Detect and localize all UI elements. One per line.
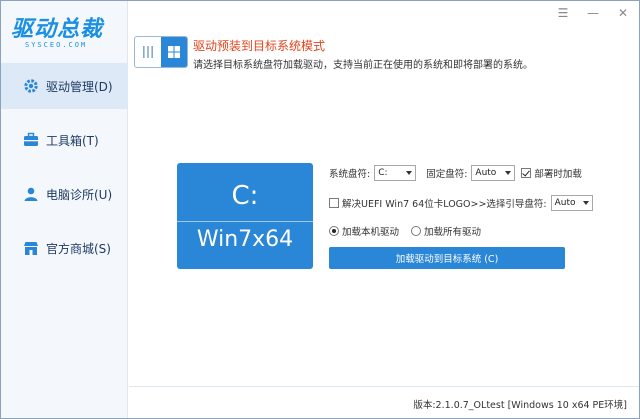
chevron-down-icon (582, 201, 589, 205)
sidebar-item-official-store[interactable]: 官方商城(S) (1, 225, 127, 271)
system-drive-value: C: (378, 168, 388, 178)
minimize-icon[interactable]: — (587, 7, 599, 19)
drive-card: C: Win7x64 (177, 163, 313, 269)
sidebar-item-label: 官方商城(S) (46, 241, 111, 256)
sidebar-item-driver-management[interactable]: 驱动管理(D) (1, 63, 127, 109)
deploy-load-label: 部署时加载 (534, 169, 582, 180)
close-icon[interactable]: ✕ (617, 7, 629, 19)
uefi-fix-label: 解决UEFI Win7 64位卡LOGO>>选择引导盘符: (342, 199, 547, 210)
system-drive-label: 系统盘符: (329, 169, 371, 180)
window-controls: ☰ — ✕ (557, 7, 629, 19)
gear-icon (23, 78, 39, 94)
driver-source-row: 加载本机驱动 加载所有驱动 (329, 224, 481, 238)
boot-drive-select[interactable]: Auto (550, 195, 593, 211)
drive-letter: C: (231, 181, 259, 211)
load-local-label: 加载本机驱动 (342, 227, 400, 238)
version-text: 版本:2.1.0.7_OLtest [Windows 10 x64 PE环境] (413, 400, 627, 411)
chevron-down-icon (406, 171, 413, 175)
user-icon (23, 186, 39, 202)
drive-os: Win7x64 (196, 227, 294, 252)
store-icon (23, 240, 39, 256)
sidebar-item-label: 工具箱(T) (46, 133, 99, 148)
header: ☰ — ✕ 驱动预装到目标系统模式 请选择目标系统盘符加载驱动，支持当前正在使用… (129, 1, 639, 77)
sidebar-item-label: 驱动管理(D) (46, 79, 113, 94)
menu-icon[interactable]: ☰ (557, 7, 569, 19)
logo-text: 驱动总裁 (11, 17, 104, 42)
chevron-down-icon (505, 171, 512, 175)
load-all-label: 加载所有驱动 (424, 227, 482, 238)
fixed-drive-select[interactable]: Auto (471, 165, 516, 181)
bars-icon (143, 46, 153, 58)
app-window: 驱动总裁 SYSCEO.COM 驱动管理(D) 工具箱(T) 电脑诊所(U) 官… (0, 0, 640, 419)
system-drive-select[interactable]: C: (374, 165, 417, 181)
sidebar-nav: 驱动管理(D) 工具箱(T) 电脑诊所(U) 官方商城(S) (1, 63, 127, 279)
drive-select-row: 系统盘符: C: 固定盘符: Auto 部署时加载 (329, 165, 582, 181)
load-all-radio[interactable] (411, 226, 422, 236)
windows-icon (168, 46, 180, 58)
status-bar: 版本:2.1.0.7_OLtest [Windows 10 x64 PE环境] (129, 386, 639, 418)
mode-toggle-left[interactable] (135, 37, 161, 67)
divider (177, 221, 313, 222)
mode-toggle-right[interactable] (161, 37, 187, 67)
sidebar-item-pc-clinic[interactable]: 电脑诊所(U) (1, 171, 127, 217)
fixed-drive-value: Auto (475, 168, 497, 178)
app-logo: 驱动总裁 SYSCEO.COM (11, 11, 121, 51)
sidebar-item-label: 电脑诊所(U) (46, 187, 113, 202)
load-driver-button[interactable]: 加载驱动到目标系统 (C) (329, 247, 565, 269)
deploy-load-checkbox[interactable] (521, 168, 532, 178)
boot-drive-value: Auto (554, 198, 576, 208)
toolbox-icon (23, 132, 39, 148)
sidebar: 驱动总裁 SYSCEO.COM 驱动管理(D) 工具箱(T) 电脑诊所(U) 官… (1, 1, 128, 418)
sidebar-item-toolbox[interactable]: 工具箱(T) (1, 117, 127, 163)
uefi-row: 解决UEFI Win7 64位卡LOGO>>选择引导盘符: Auto (329, 195, 593, 211)
mode-toggle[interactable] (134, 36, 188, 68)
load-local-radio[interactable] (329, 226, 339, 236)
mode-description: 请选择目标系统盘符加载驱动，支持当前正在使用的系统和即将部署的系统。 (193, 60, 533, 71)
mode-title: 驱动预装到目标系统模式 (193, 39, 326, 53)
logo-subtext: SYSCEO.COM (25, 41, 88, 49)
uefi-fix-checkbox[interactable] (329, 198, 339, 208)
fixed-drive-label: 固定盘符: (426, 169, 468, 180)
